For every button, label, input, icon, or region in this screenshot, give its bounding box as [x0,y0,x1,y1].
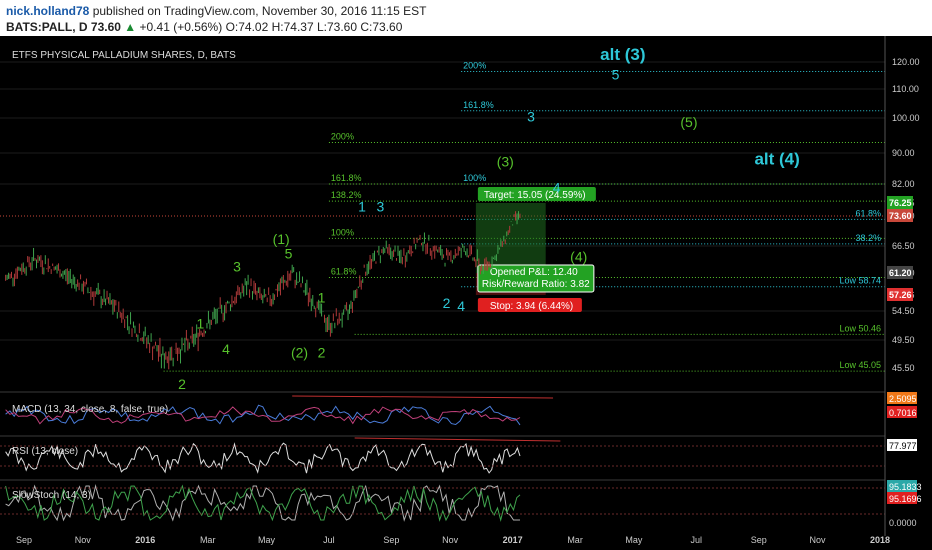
wave-label: (1) [273,231,290,247]
ohlc-values: O:74.02 H:74.37 L:73.60 C:73.60 [225,20,403,34]
up-arrow-icon: ▲ [124,20,137,34]
y-tick-label: 100.00 [892,113,920,123]
fib-level-label: 161.8% [463,100,494,110]
rr-text: Risk/Reward Ratio: 3.82 [482,279,590,290]
chart-header: nick.holland78 published on TradingView.… [0,0,932,36]
symbol-label: BATS:PALL, D [6,20,88,34]
fib-level-label: 100% [331,227,354,237]
y-tick-label: 82.00 [892,179,915,189]
publish-info: published on TradingView.com, November 3… [92,4,427,18]
x-tick-label: Nov [75,535,92,545]
stoch-value2: 95.1696 [889,494,922,504]
rsi-label: RSI (13, close) [12,446,78,457]
macd-label: MACD (13, 34, close, 8, false, true) [12,404,168,415]
fib-level-label: Low 58.74 [839,276,881,286]
wave-label: 3 [527,109,535,125]
macd-value1: 2.5095 [889,394,917,404]
x-tick-label: May [258,535,276,545]
stop-text: Stop: 3.94 (6.44%) [490,301,573,312]
x-tick-label: Nov [810,535,827,545]
price-tag-text: 61.20 [889,268,912,278]
x-tick-label: Nov [442,535,459,545]
fib-level-label: 38.2% [855,233,881,243]
wave-label: 2 [178,376,186,392]
wave-label: 5 [285,246,293,262]
x-tick-label: Mar [567,535,583,545]
chart-background [0,36,932,550]
x-tick-label: Jul [691,535,703,545]
symbol-line: BATS:PALL, D 73.60 ▲ +0.41 (+0.56%) O:74… [6,20,402,34]
pl-text: Opened P&L: 12.40 [490,267,578,278]
chart-title: ETFS PHYSICAL PALLADIUM SHARES, D, BATS [12,50,236,61]
wave-label: 2 [443,295,451,311]
target-text: Target: 15.05 (24.59%) [484,190,586,201]
wave-label: 1 [318,289,326,305]
price-tag-text: 57.26 [889,290,912,300]
x-tick-label: Sep [383,535,399,545]
y-tick-label: 66.50 [892,241,915,251]
author-name[interactable]: nick.holland78 [6,4,89,18]
stoch-label: SlowStoch (14, 3) [12,490,91,501]
wave-label: (3) [497,154,514,170]
stoch-value1: 95.1833 [889,482,922,492]
wave-label: 4 [457,298,465,314]
y-tick-label: 49.50 [892,335,915,345]
fib-level-label: Low 50.46 [839,323,881,333]
wave-label: 5 [612,67,620,83]
fib-level-label: 161.8% [331,173,362,183]
x-tick-label: Sep [751,535,767,545]
x-tick-label: Jul [323,535,335,545]
rsi-value: 77.9775 [889,441,922,451]
wave-label: 3 [233,258,241,274]
wave-label: 4 [222,341,230,357]
fib-level-label: 138.2% [331,190,362,200]
price-change: +0.41 (+0.56%) [139,20,223,34]
fib-level-label: 100% [463,173,486,183]
x-tick-label: Sep [16,535,32,545]
stoch-zero: 0.0000 [889,518,917,528]
fib-level-label: 200% [331,132,354,142]
last-price: 73.60 [90,20,121,34]
chart-canvas[interactable]: 200%161.8%200%100%161.8%138.2%61.8%100%3… [0,36,932,550]
x-tick-label: Mar [200,535,216,545]
y-tick-label: 120.00 [892,57,920,67]
macd-value2: 0.7016 [889,408,917,418]
wave-label: 2 [318,345,326,361]
fib-level-label: 61.8% [855,208,881,218]
fib-level-label: Low 45.05 [839,360,881,370]
fib-level-label: 61.8% [331,266,357,276]
wave-label: alt (3) [600,45,645,64]
fib-level-label: 200% [463,60,486,70]
x-tick-label: May [625,535,643,545]
wave-label: 3 [376,199,384,215]
publish-line: nick.holland78 published on TradingView.… [6,4,426,18]
wave-label: 1 [358,199,366,215]
wave-label: 1 [196,315,204,331]
price-tag-text: 73.60 [889,211,912,221]
y-tick-label: 110.00 [892,84,919,94]
wave-label: alt (4) [754,150,799,169]
wave-label: (2) [291,345,308,361]
wave-label: 4 [553,179,561,195]
wave-label: (4) [570,248,587,264]
x-tick-label: 2018 [870,535,890,545]
y-tick-label: 90.00 [892,148,915,158]
y-tick-label: 45.50 [892,363,915,373]
x-tick-label: 2016 [135,535,155,545]
x-tick-label: 2017 [503,535,523,545]
wave-label: (5) [680,114,697,130]
price-tag-text: 76.25 [889,198,912,208]
y-tick-label: 54.50 [892,306,915,316]
